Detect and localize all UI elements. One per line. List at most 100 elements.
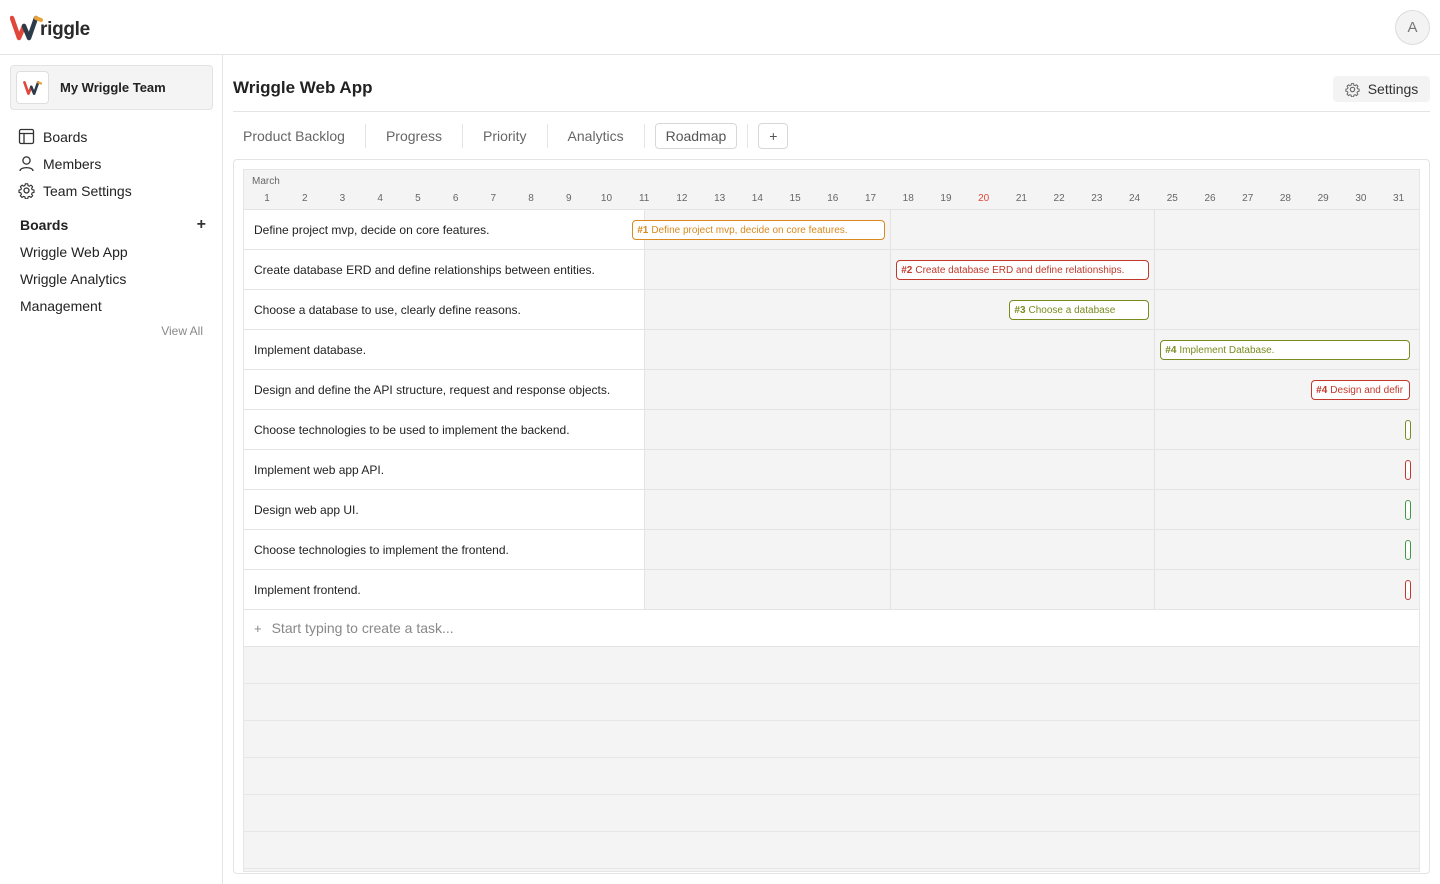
day-label: 5 bbox=[415, 193, 421, 204]
task-name[interactable]: Implement frontend. bbox=[244, 570, 645, 609]
task-name[interactable]: Implement database. bbox=[244, 330, 645, 369]
day-label: 1 bbox=[264, 193, 270, 204]
task-name[interactable]: Create database ERD and define relations… bbox=[244, 250, 645, 289]
wriggle-logo[interactable]: riggle bbox=[10, 12, 90, 42]
settings-label: Settings bbox=[1367, 81, 1419, 97]
board-link-wriggle-analytics[interactable]: Wriggle Analytics bbox=[20, 265, 206, 292]
board-link-wriggle-web-app[interactable]: Wriggle Web App bbox=[20, 238, 206, 265]
day-label: 3 bbox=[339, 193, 346, 204]
sidebar-item-label: Boards bbox=[43, 128, 88, 145]
timeline-bar[interactable]: #1 Define project mvp, decide on core fea… bbox=[632, 220, 885, 240]
timeline-bar[interactable]: #4 Design and defir bbox=[1311, 380, 1410, 400]
add-tab-button[interactable]: + bbox=[758, 123, 789, 149]
plus-icon: + bbox=[254, 620, 262, 636]
day-label: 18 bbox=[902, 193, 914, 204]
timeline-marker[interactable] bbox=[1405, 420, 1411, 440]
bar-task-text: Choose a database bbox=[1028, 304, 1116, 316]
day-label: 8 bbox=[528, 193, 534, 204]
new-task-input[interactable]: Start typing to create a task... bbox=[272, 620, 454, 636]
boards-section-header: Boards + bbox=[20, 215, 206, 235]
tab-analytics[interactable]: Analytics bbox=[548, 124, 644, 148]
day-label: 24 bbox=[1128, 193, 1141, 204]
day-label: 14 bbox=[751, 193, 763, 204]
day-label: 16 bbox=[827, 193, 839, 204]
team-name: My Wriggle Team bbox=[60, 80, 166, 95]
sidebar-item-team-settings[interactable]: Team Settings bbox=[18, 177, 208, 204]
task-name[interactable]: Choose technologies to implement the fro… bbox=[244, 530, 645, 569]
bar-task-id: #4 bbox=[1316, 384, 1328, 396]
sidebar-item-label: Team Settings bbox=[43, 182, 132, 199]
day-label: 19 bbox=[940, 193, 952, 204]
task-row[interactable]: Design and define the API structure, req… bbox=[244, 370, 1419, 410]
day-label: 6 bbox=[452, 193, 459, 204]
bar-task-text: Create database ERD and define relations… bbox=[915, 264, 1125, 276]
day-label: 29 bbox=[1317, 193, 1329, 204]
gear-icon bbox=[18, 183, 35, 199]
title-divider bbox=[233, 111, 1430, 112]
empty-row bbox=[244, 795, 1419, 832]
user-avatar[interactable]: A bbox=[1395, 10, 1430, 45]
task-name[interactable]: Choose technologies to be used to implem… bbox=[244, 410, 645, 449]
task-name[interactable]: Design web app UI. bbox=[244, 490, 645, 529]
boards-heading: Boards bbox=[20, 217, 69, 233]
day-label: 4 bbox=[377, 193, 383, 204]
board-icon bbox=[18, 128, 35, 145]
board-link-management[interactable]: Management bbox=[20, 292, 206, 319]
tab-product-backlog[interactable]: Product Backlog bbox=[233, 124, 366, 148]
board-list: Wriggle Web App Wriggle Analytics Manage… bbox=[20, 238, 206, 319]
wriggle-logo-icon bbox=[10, 15, 43, 41]
user-icon bbox=[19, 156, 34, 172]
sidebar-item-boards[interactable]: Boards bbox=[18, 123, 208, 150]
timeline-bar[interactable]: #4 Implement Database. bbox=[1160, 340, 1410, 360]
task-row[interactable]: Implement web app API. bbox=[244, 450, 1419, 490]
day-label: 11 bbox=[638, 193, 650, 204]
sidebar-item-label: Members bbox=[43, 155, 102, 172]
tab-separator bbox=[747, 124, 749, 148]
timeline-marker[interactable] bbox=[1405, 580, 1411, 600]
task-row[interactable]: Create database ERD and define relations… bbox=[244, 250, 1419, 290]
bar-task-text: Design and defir bbox=[1330, 384, 1404, 396]
timeline-marker[interactable] bbox=[1405, 460, 1411, 480]
task-row[interactable]: Implement database. #4 Implement Database. bbox=[244, 330, 1419, 370]
day-label: 12 bbox=[676, 193, 688, 204]
task-row[interactable]: Define project mvp, decide on core featu… bbox=[244, 210, 1419, 250]
bar-task-id: #2 bbox=[901, 264, 913, 276]
roadmap: March 1 2 3 4 5 6 7 8 9 10 11 12 13 14 15 16 17 18 19 20 21 2… bbox=[243, 169, 1420, 872]
timeline-bar[interactable]: #2 Create database ERD and define relatio… bbox=[896, 260, 1149, 280]
day-label: 15 bbox=[789, 193, 801, 204]
tab-roadmap[interactable]: Roadmap bbox=[654, 123, 738, 149]
task-name[interactable]: Design and define the API structure, req… bbox=[244, 370, 645, 409]
bar-task-id: #3 bbox=[1014, 304, 1026, 316]
task-name[interactable]: Implement web app API. bbox=[244, 450, 645, 489]
tab-progress[interactable]: Progress bbox=[366, 124, 463, 148]
new-task-row[interactable]: + Start typing to create a task... bbox=[244, 610, 1419, 647]
task-row[interactable]: Implement frontend. bbox=[244, 570, 1419, 610]
day-label: 27 bbox=[1242, 193, 1254, 204]
board-tabs: Product Backlog Progress Priority Analyt… bbox=[233, 123, 789, 149]
task-row[interactable]: Design web app UI. bbox=[244, 490, 1419, 530]
bar-task-text: Define project mvp, decide on core featu… bbox=[651, 224, 848, 236]
top-bar: riggle A bbox=[0, 0, 1440, 55]
team-switcher[interactable]: My Wriggle Team bbox=[10, 65, 213, 110]
tab-priority[interactable]: Priority bbox=[463, 124, 548, 148]
day-label: 28 bbox=[1279, 193, 1291, 204]
timeline-bar[interactable]: #3 Choose a database bbox=[1009, 300, 1149, 320]
timeline-marker[interactable] bbox=[1405, 500, 1411, 520]
task-row[interactable]: Choose a database to use, clearly define… bbox=[244, 290, 1419, 330]
empty-row bbox=[244, 721, 1419, 758]
add-board-button[interactable]: + bbox=[197, 216, 206, 234]
day-label: 7 bbox=[490, 193, 497, 204]
day-label: 30 bbox=[1355, 193, 1367, 204]
view-all-boards-link[interactable]: View All bbox=[161, 324, 203, 338]
task-name[interactable]: Define project mvp, decide on core featu… bbox=[244, 210, 645, 249]
page-title: Wriggle Web App bbox=[233, 78, 373, 97]
team-logo-icon bbox=[16, 71, 49, 104]
task-row[interactable]: Choose technologies to be used to implem… bbox=[244, 410, 1419, 450]
task-row[interactable]: Choose technologies to implement the fro… bbox=[244, 530, 1419, 570]
logo-text: riggle bbox=[40, 19, 90, 40]
bar-task-text: Implement Database. bbox=[1179, 344, 1275, 356]
sidebar-item-members[interactable]: Members bbox=[18, 150, 208, 177]
settings-button[interactable]: Settings bbox=[1333, 76, 1430, 102]
timeline-marker[interactable] bbox=[1405, 540, 1411, 560]
task-name[interactable]: Choose a database to use, clearly define… bbox=[244, 290, 645, 329]
